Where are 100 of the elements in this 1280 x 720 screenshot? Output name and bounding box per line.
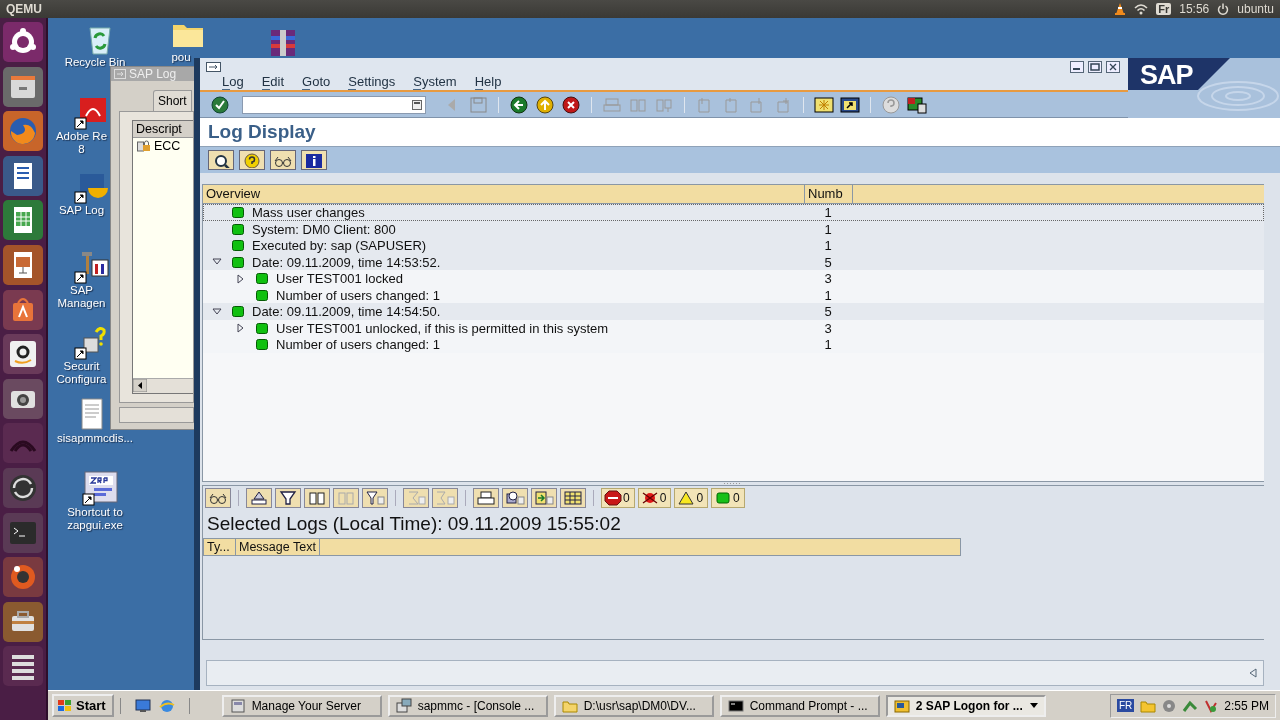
icon-label[interactable]: Securit <box>53 360 110 373</box>
message-counter[interactable]: 0 <box>674 488 709 509</box>
icon-label[interactable]: Adobe Re <box>53 130 110 143</box>
toolbar-button[interactable] <box>502 488 528 509</box>
toolbar-button[interactable] <box>205 488 231 509</box>
enter-icon[interactable] <box>210 95 230 114</box>
dropdown-arrow-icon[interactable] <box>1029 702 1038 709</box>
toolbar-button[interactable] <box>239 149 265 170</box>
toolbar-button[interactable] <box>208 149 234 170</box>
close-icon[interactable] <box>1106 61 1120 73</box>
shopping-bag-icon[interactable] <box>3 289 43 330</box>
minimize-icon[interactable] <box>1070 61 1084 73</box>
icon-label[interactable]: sisapmmcdis... <box>50 432 140 445</box>
toolbar-button[interactable] <box>560 488 586 509</box>
globe-icon[interactable] <box>3 111 43 152</box>
expanded-triangle-icon[interactable] <box>212 306 222 317</box>
icon-label[interactable]: Configura <box>53 373 110 386</box>
tree-node-text[interactable]: User TEST001 locked <box>276 271 403 287</box>
user-name[interactable]: ubuntu <box>1237 2 1274 16</box>
maximize-icon[interactable] <box>1088 61 1102 73</box>
tree-node-text[interactable]: Date: 09.11.2009, time 14:54:50. <box>252 304 441 320</box>
orbit-icon[interactable] <box>3 557 43 598</box>
toolbar-button[interactable] <box>246 488 272 509</box>
keyboard-indicator[interactable]: Fr <box>1156 3 1172 15</box>
list-item[interactable]: ECC <box>154 139 181 153</box>
taskbar-button[interactable]: 2 SAP Logon for ... <box>885 694 1046 717</box>
column-header[interactable]: Numb <box>805 185 853 204</box>
toolbar-button[interactable] <box>301 149 327 170</box>
circle-logo-icon[interactable] <box>3 22 43 62</box>
tree-node-text[interactable]: Number of users changed: 1 <box>276 337 441 353</box>
language-indicator[interactable]: FR <box>1116 699 1135 712</box>
icon-label[interactable]: Recycle Bin <box>53 56 137 69</box>
tree-row[interactable]: Mass user changes 1 <box>203 204 1264 221</box>
tree-node-text[interactable]: Number of users changed: 1 <box>276 287 441 303</box>
tree-node-text[interactable]: Date: 09.11.2009, time 14:53:52. <box>252 254 441 270</box>
cancel-icon[interactable] <box>561 95 581 114</box>
taskbar-button[interactable]: Manage Your Server <box>221 694 382 717</box>
command-field[interactable] <box>242 95 426 114</box>
menu-item[interactable]: Settings <box>348 74 396 90</box>
icon-label[interactable]: 8 <box>53 143 110 156</box>
tab[interactable]: Short <box>153 90 192 111</box>
layout-icon[interactable] <box>907 95 927 114</box>
tree-row[interactable]: Date: 09.11.2009, time 14:54:50. 5 <box>203 303 1264 320</box>
splitter-grip[interactable] <box>723 482 743 486</box>
icon-label[interactable]: SAP <box>53 284 110 297</box>
message-counter[interactable]: 0 <box>601 488 635 509</box>
menu-item[interactable]: Log <box>222 74 244 90</box>
menu-item[interactable]: Help <box>474 74 502 90</box>
dropdown-icon[interactable] <box>412 99 422 110</box>
tree-node-text[interactable]: System: DM0 Client: 800 <box>252 221 396 237</box>
collapsed-triangle-icon[interactable] <box>236 323 246 334</box>
message-counter[interactable]: 0 <box>711 488 745 509</box>
tree-node-text[interactable]: Mass user changes <box>252 205 365 221</box>
column-header[interactable]: Message Text <box>236 539 320 556</box>
taskbar-button[interactable]: D:\usr\sap\DM0\DV... <box>553 694 714 717</box>
update-icon[interactable] <box>3 467 43 508</box>
icon-label[interactable]: pou <box>170 51 192 64</box>
presentation-icon[interactable] <box>3 244 43 285</box>
spreadsheet-icon[interactable] <box>3 200 43 241</box>
column-header[interactable]: Ty... <box>204 539 236 556</box>
start-button[interactable]: Start <box>52 694 114 717</box>
icon-label[interactable]: zapgui.exe <box>53 519 137 532</box>
icon-label[interactable]: Shortcut to <box>53 506 137 519</box>
toolbar-button[interactable] <box>270 149 296 170</box>
desktop-icon[interactable] <box>134 697 151 714</box>
document-icon[interactable] <box>3 155 43 196</box>
shortcut-icon[interactable] <box>840 95 860 114</box>
camera-icon[interactable] <box>3 378 43 419</box>
clock[interactable]: 15:56 <box>1179 2 1210 16</box>
menu-item[interactable]: System <box>413 74 457 90</box>
system-menu-icon[interactable] <box>206 61 222 73</box>
new-session-icon[interactable] <box>814 95 834 114</box>
count-cell-text: 5 <box>823 254 833 270</box>
back-icon[interactable] <box>509 95 529 114</box>
traffic-cone-icon[interactable] <box>1114 2 1127 16</box>
scroll-left-icon[interactable] <box>133 379 147 392</box>
tree-node-text[interactable]: Executed by: sap (SAPUSER) <box>252 238 427 254</box>
column-header[interactable]: Descript <box>133 121 193 138</box>
column-header[interactable]: Overview <box>203 185 805 204</box>
tree-row[interactable]: Executed by: sap (SAPUSER) 1 <box>203 237 1264 254</box>
toolbar-button[interactable] <box>473 488 499 509</box>
taskbar-button[interactable]: sapmmc - [Console ... <box>387 694 548 717</box>
toolbar-button[interactable] <box>275 488 301 509</box>
app-shortcut-icon[interactable] <box>82 470 118 506</box>
tree-node-text[interactable]: User TEST001 unlocked, if this is permitted in this system <box>276 320 609 336</box>
file-cabinet-icon[interactable] <box>3 66 43 107</box>
views-icon <box>505 489 525 508</box>
stack-icon[interactable] <box>3 646 43 687</box>
menu-item[interactable]: Edit <box>261 74 285 90</box>
menu-item[interactable]: Goto <box>302 74 331 90</box>
power-icon[interactable] <box>1217 3 1230 15</box>
icon-label[interactable]: Managen <box>53 297 110 310</box>
wifi-icon[interactable] <box>1134 3 1149 15</box>
message-counter[interactable]: 0 <box>637 488 672 509</box>
toolbox-icon[interactable] <box>3 601 43 642</box>
exit-icon[interactable] <box>535 95 555 114</box>
collapsed-triangle-icon[interactable] <box>236 273 246 284</box>
icon-label[interactable]: SAP Log <box>53 204 110 217</box>
clock[interactable]: 2:55 PM <box>1224 698 1269 713</box>
taskbar-button[interactable]: Command Prompt - ... <box>719 694 880 717</box>
